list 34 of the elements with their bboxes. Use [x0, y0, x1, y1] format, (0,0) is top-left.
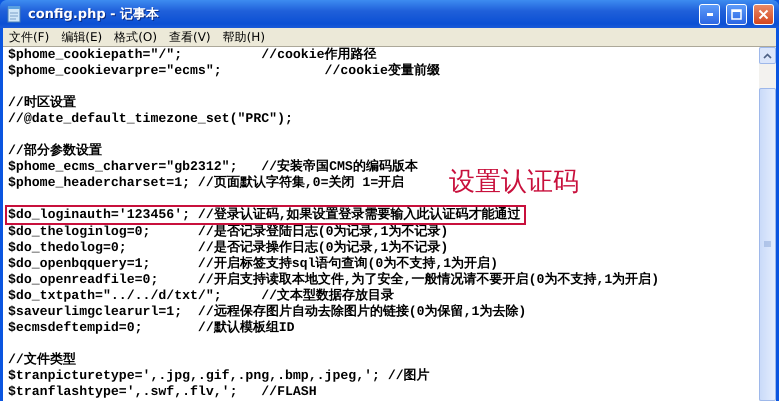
code-line: $tranflashtype=',.swf,.flv,'; //FLASH	[8, 384, 317, 400]
maximize-button[interactable]	[726, 4, 747, 24]
code-line: $phome_cookievarpre="ecms"; //cookie变量前缀	[8, 63, 440, 79]
annotation-label: 设置认证码	[449, 166, 579, 199]
code-line: $do_txtpath="../../d/txt/"; //文本型数据存放目录	[8, 288, 394, 304]
maximize-icon	[731, 8, 742, 20]
menu-item[interactable]: 查看(V)	[163, 28, 217, 46]
code-line: //@date_default_timezone_set("PRC");	[8, 111, 293, 127]
code-line: $phome_headercharset=1; //页面默认字符集,0=关闭 1=开启	[8, 175, 404, 191]
close-button[interactable]	[753, 4, 774, 24]
code-line: $saveurlimgclearurl=1; //远程保存图片自动去除图片的链接(0为保留,1为去除)	[8, 304, 526, 320]
notepad-icon	[6, 5, 22, 23]
close-icon	[758, 8, 769, 20]
code-line: $do_openbqquery=1; //开启标签支持sql语句查询(0为不支持,1为开启)	[8, 256, 498, 272]
menu-item[interactable]: 帮助(H)	[216, 28, 271, 46]
code-line: $phome_cookiepath="/"; //cookie作用路径	[8, 47, 377, 63]
window-title: config.php - 记事本	[28, 6, 160, 23]
code-line: $phome_ecms_charver="gb2312"; //安装帝国CMS的编码版本	[8, 159, 418, 174]
menu-item[interactable]: 编辑(E)	[55, 28, 108, 46]
code-line: $tranpicturetype=',.jpg,.gif,.png,.bmp,.jpeg,'; //图片	[8, 368, 430, 384]
code-line: //文件类型	[8, 352, 76, 368]
code-line: $do_loginauth='123456'; //登录认证码,如果设置登录需要输入此认证码才能通过	[8, 207, 521, 223]
menu-item[interactable]: 文件(F)	[3, 28, 56, 46]
caret-icon	[763, 52, 772, 58]
code-line: //部分参数设置	[8, 143, 102, 159]
code-line: //时区设置	[8, 95, 76, 111]
code-line: $do_thedolog=0; //是否记录操作日志(0为记录,1为不记录)	[8, 240, 448, 256]
menu-item[interactable]: 格式(O)	[108, 28, 164, 46]
minimize-button[interactable]	[699, 4, 720, 24]
minimize-icon	[706, 12, 712, 16]
scroll-up-button[interactable]	[759, 47, 776, 64]
code-line: $do_openreadfile=0; //开启支持读取本地文件,为了安全,一般情况请不要开启(0为不支持,1为开启)	[8, 272, 660, 288]
code-line: $ecmsdeftempid=0; //默认模板组ID	[8, 320, 295, 336]
grip-icon	[764, 241, 771, 248]
